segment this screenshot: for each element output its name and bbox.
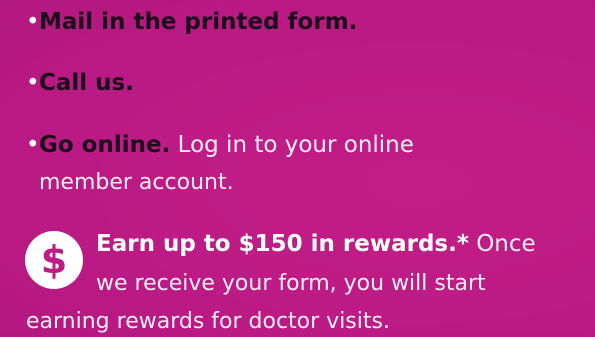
option-call-text: Call us. [39, 70, 134, 96]
option-mail: •Mail in the printed form. [26, 7, 357, 38]
option-online-desc-continued: member account. [39, 170, 234, 195]
bullet-dot: • [26, 9, 40, 35]
bullet-dot: • [26, 132, 40, 158]
reward-headline: Earn up to $150 in rewards.* Once [96, 229, 536, 260]
reward-text-start: Once [476, 231, 536, 257]
reward-text-line2: we receive your form, you will start [96, 271, 486, 296]
option-mail-text: Mail in the printed form. [39, 9, 358, 35]
option-online: •Go online. Log in to your online [26, 130, 414, 161]
bullet-dot: • [26, 70, 40, 96]
dollar-icon: $ [25, 231, 83, 289]
option-online-title: Go online. [39, 132, 171, 158]
reward-title: Earn up to $150 in rewards.* [96, 231, 469, 257]
option-call: •Call us. [26, 68, 134, 99]
reward-text-line3: earning rewards for doctor visits. [26, 309, 390, 334]
dollar-glyph: $ [40, 238, 68, 282]
option-online-desc: Log in to your online [177, 132, 414, 158]
